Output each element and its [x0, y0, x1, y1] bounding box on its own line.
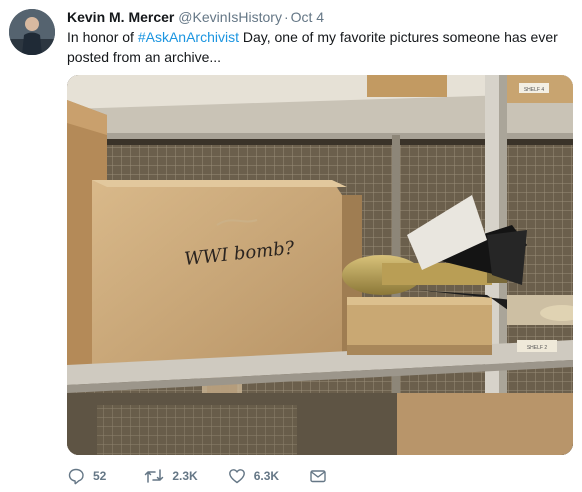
tweet-header: Kevin M. Mercer @KevinIsHistory · Oct 4 — [67, 8, 572, 26]
retweet-icon — [145, 469, 164, 483]
like-count: 6.3K — [253, 469, 280, 483]
like-icon — [228, 469, 245, 484]
tweet-photo[interactable]: SHELF 4 WWI bomb? SHELF 2 — [67, 75, 573, 455]
reply-icon — [68, 468, 84, 485]
retweet-count: 2.3K — [172, 469, 198, 483]
avatar[interactable] — [9, 9, 55, 55]
author-name[interactable]: Kevin M. Mercer — [67, 9, 174, 25]
tweet-text-before: In honor of — [67, 29, 138, 45]
reply-button[interactable]: 52 — [67, 467, 106, 485]
avatar-image — [9, 9, 55, 55]
shelf-label-right: SHELF 2 — [527, 345, 548, 351]
retweet-button[interactable]: 2.3K — [144, 467, 198, 485]
shelf-label-top: SHELF 4 — [524, 87, 545, 93]
tweet-text: In honor of #AskAnArchivist Day, one of … — [67, 27, 567, 67]
separator-dot: · — [283, 9, 289, 25]
tweet-actions: 52 2.3K 6.3K — [67, 466, 327, 486]
direct-message-button[interactable] — [309, 467, 327, 485]
message-icon — [310, 470, 326, 483]
hashtag-link[interactable]: #AskAnArchivist — [138, 29, 239, 45]
archive-shelf-photo: SHELF 4 WWI bomb? SHELF 2 — [67, 75, 573, 455]
like-button[interactable]: 6.3K — [228, 467, 279, 485]
tweet-timestamp[interactable]: Oct 4 — [291, 9, 324, 25]
reply-count: 52 — [93, 469, 107, 483]
author-handle[interactable]: @KevinIsHistory — [178, 9, 282, 25]
